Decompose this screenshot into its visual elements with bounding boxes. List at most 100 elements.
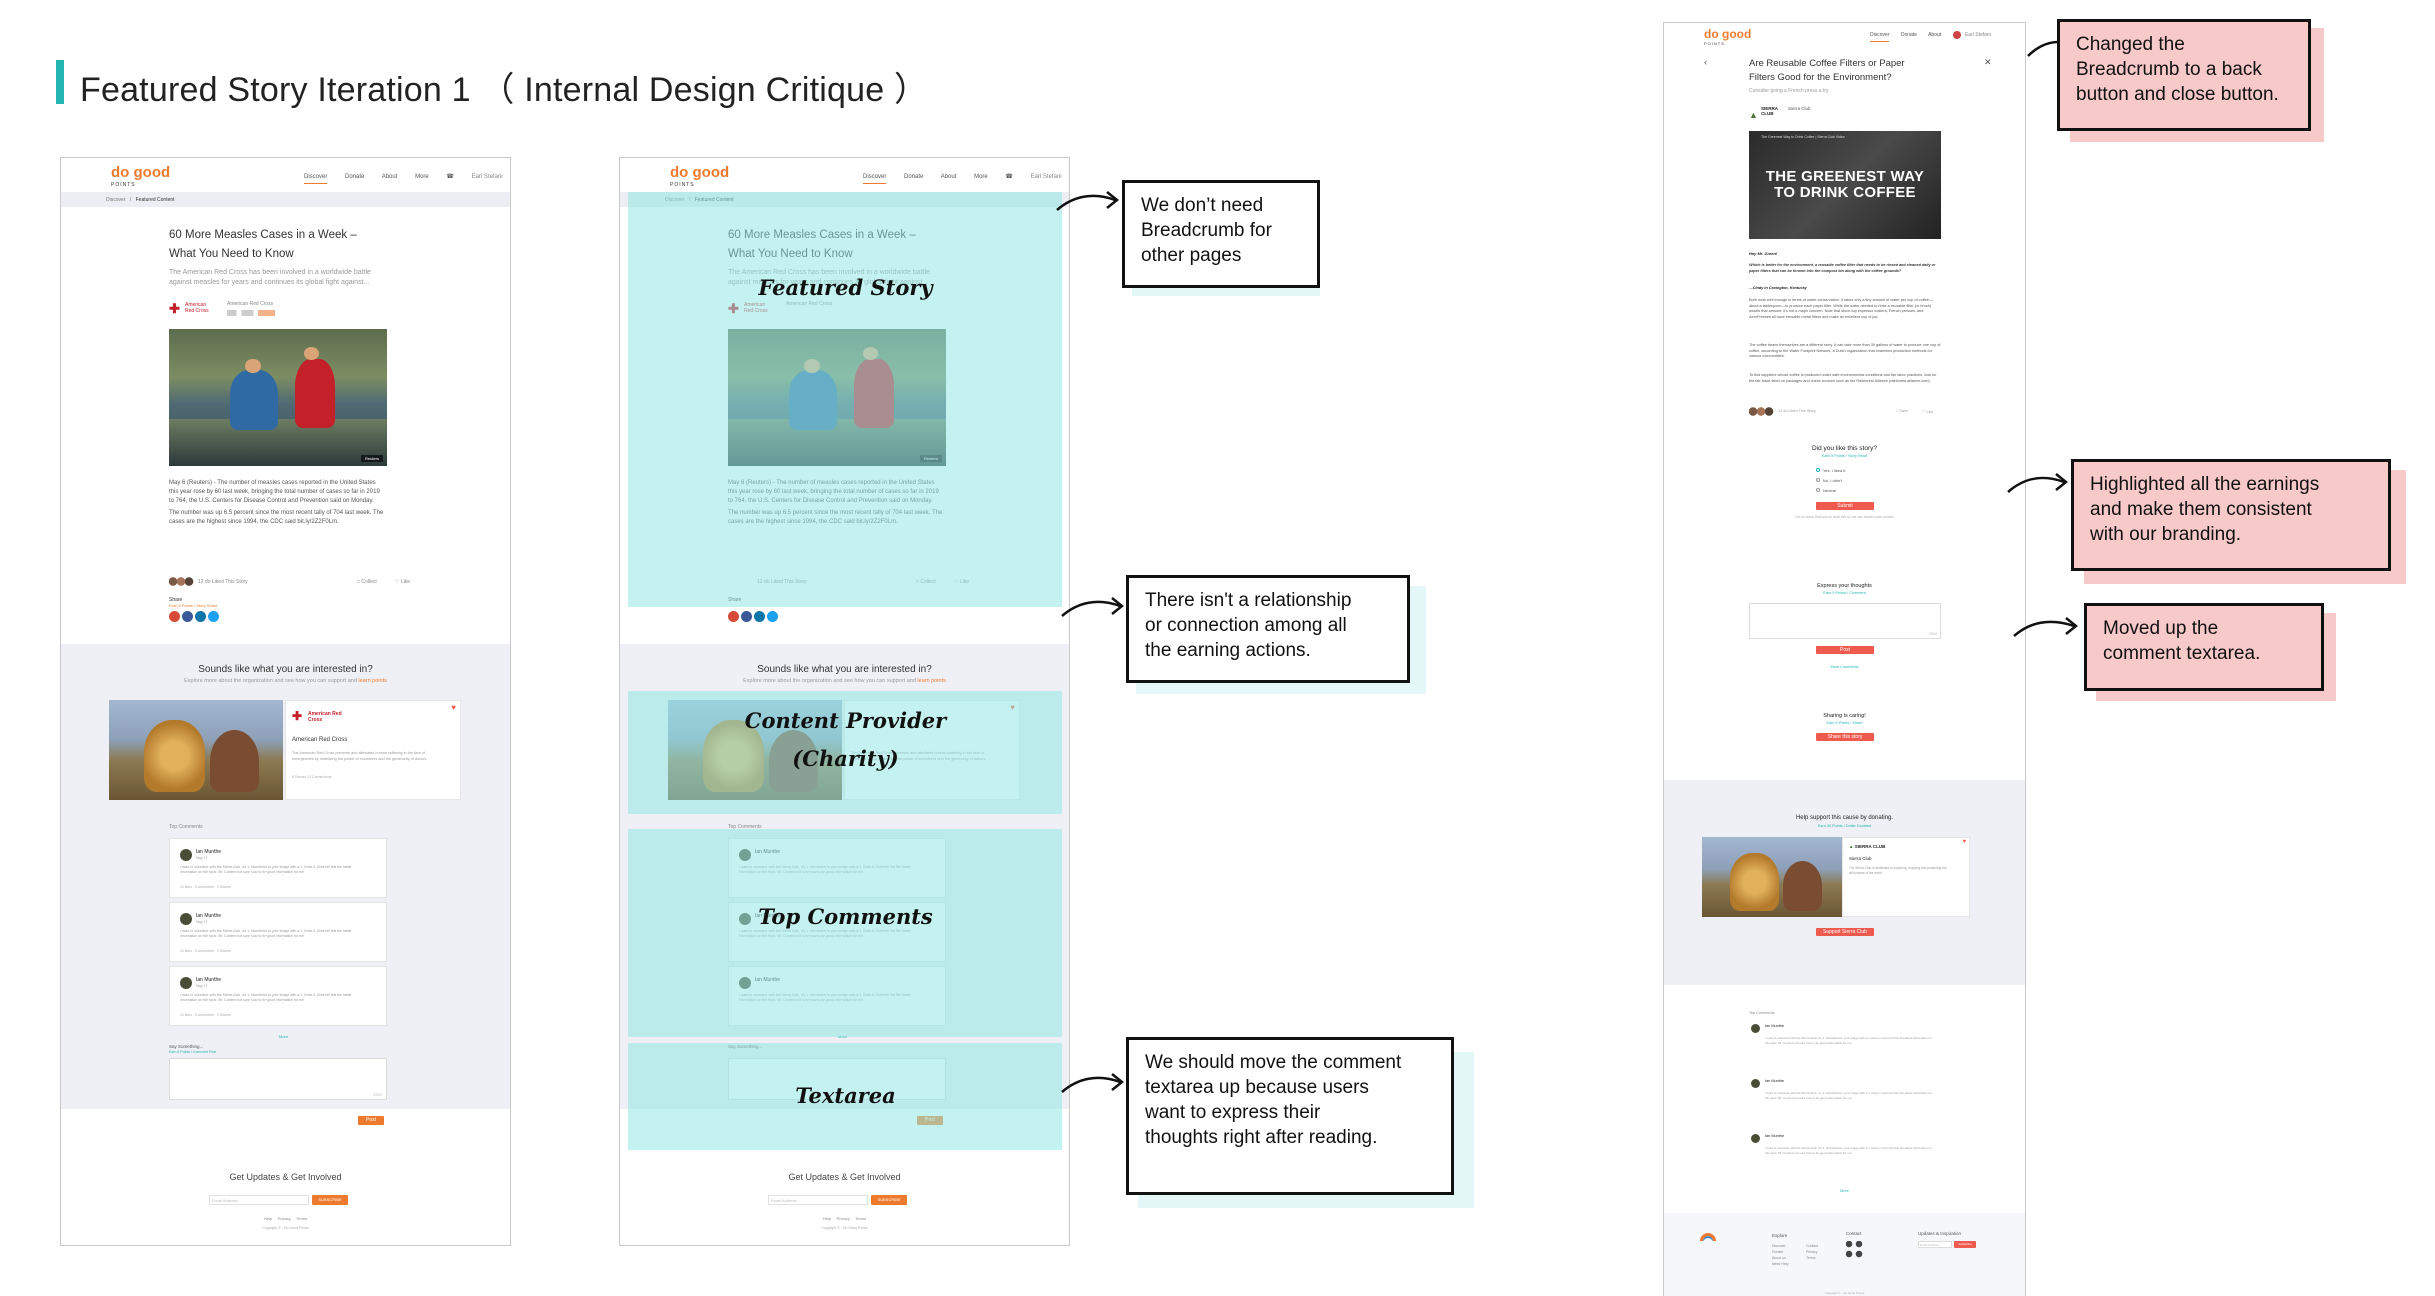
video-player[interactable]: The Greenest Way to Drink Coffee | Sierr… bbox=[1749, 131, 1941, 239]
nav-donate[interactable]: Donate bbox=[345, 174, 364, 180]
article-title: 60 More Measles Cases in a Week –What Yo… bbox=[169, 229, 357, 260]
comment-card-2: Ian Munthe I want to volunteer with the … bbox=[1749, 1073, 1941, 1123]
nav-about[interactable]: About bbox=[1928, 32, 1941, 38]
liked-avatars bbox=[1749, 407, 1775, 416]
nav-donate[interactable]: Donate bbox=[904, 174, 923, 180]
donate-desc: The Sierra Club is dedicated to explorin… bbox=[1849, 866, 1947, 875]
share-linkedin-icon[interactable] bbox=[754, 611, 765, 622]
org-logo[interactable]: ✚ American Red Cross bbox=[169, 300, 217, 316]
comment-avatar bbox=[180, 913, 192, 925]
brand-logo[interactable]: do good POINTS bbox=[670, 165, 729, 192]
share-facebook-icon[interactable] bbox=[182, 611, 193, 622]
org-logo[interactable]: ▲ SIERRA CLUB bbox=[1749, 105, 1785, 120]
comment-text: I want to volunteer with the Sierra Club… bbox=[1765, 1146, 1932, 1155]
reader-signoff: —Cindy in Covington, Kentucky bbox=[1749, 286, 1807, 290]
brand-logo[interactable]: do good POINTS bbox=[1704, 28, 1751, 49]
comments-more-link[interactable]: More bbox=[1664, 1189, 2025, 1193]
featured-story-overlay bbox=[628, 192, 1062, 607]
more-comments-link[interactable]: More bbox=[279, 1034, 288, 1039]
subscribe-button[interactable]: SUBSCRIBE bbox=[871, 1195, 907, 1205]
nav-discover[interactable]: Discover bbox=[863, 174, 887, 184]
subscribe-button[interactable]: SUBSCRIBE bbox=[312, 1195, 348, 1205]
comment-date: May 17 bbox=[196, 920, 208, 924]
notification-icon[interactable]: ☎ bbox=[1005, 174, 1012, 180]
interest-subtitle: Explore more about the organization and … bbox=[743, 678, 946, 684]
post-thought-button[interactable]: Post bbox=[1816, 646, 1874, 654]
poll-submit-button[interactable]: Submit bbox=[1816, 502, 1874, 510]
nav-donate[interactable]: Donate bbox=[1901, 32, 1917, 38]
user-name[interactable]: Earl Stefani bbox=[1031, 174, 1062, 180]
donate-button[interactable]: Support Sierra Club bbox=[1816, 928, 1874, 936]
arrow-icon bbox=[1056, 191, 1120, 211]
footer-email-input[interactable]: Email Address bbox=[1918, 1241, 1952, 1248]
org-photo bbox=[109, 700, 283, 800]
arrow-icon bbox=[1061, 597, 1125, 617]
footer-subscribe-button[interactable]: Subscribe bbox=[1954, 1241, 1976, 1248]
comment-textarea[interactable]: 0/500 bbox=[169, 1058, 387, 1100]
footer-links[interactable]: Help Privacy Terms bbox=[620, 1216, 1069, 1221]
footer-explore-links-2: Contact Privacy Terms bbox=[1806, 1244, 1819, 1260]
close-icon[interactable]: ✕ bbox=[1984, 57, 1992, 68]
comment-date: May 17 bbox=[196, 984, 208, 988]
footer-explore-links: Discover Donate About us Need Help bbox=[1772, 1244, 1789, 1266]
nav-discover[interactable]: Discover bbox=[1870, 32, 1890, 43]
liked-count: 12 do Liked This Story bbox=[198, 579, 248, 585]
back-icon[interactable]: ‹ bbox=[1704, 57, 1707, 67]
article-paragraph-1: May 6 (Reuters) - The number of measles … bbox=[169, 480, 380, 504]
heart-icon[interactable]: ♥ bbox=[451, 703, 456, 712]
share-facebook-icon[interactable] bbox=[741, 611, 752, 622]
article-paragraph-2: The number was up 6.5 percent since the … bbox=[169, 510, 384, 525]
video-title: The Greenest Way to Drink Coffee | Sierr… bbox=[1761, 135, 1845, 139]
more-comments-link[interactable]: More Comments bbox=[1664, 665, 2025, 669]
user-name[interactable]: Earl Stefani bbox=[472, 174, 503, 180]
share-twitter-icon[interactable] bbox=[767, 611, 778, 622]
comment-avatar bbox=[1751, 1024, 1760, 1033]
main-nav: Discover Donate About More ☎ Earl Stefan… bbox=[304, 173, 510, 184]
video-headline: THE GREENEST WAY TO DRINK COFFEE bbox=[1765, 168, 1925, 201]
footer-email-input[interactable]: Email Address bbox=[768, 1195, 868, 1205]
comment-card-1: Ian Munthe May 17 I want to volunteer wi… bbox=[169, 838, 387, 898]
org-card-logo: ✚ American Red Cross bbox=[292, 709, 342, 723]
org-card[interactable]: ✚ American Red Cross ♥ American Red Cross… bbox=[285, 700, 461, 800]
share-story-button[interactable]: Share this story bbox=[1816, 733, 1874, 741]
comments-label: Top Comments bbox=[1749, 1011, 1775, 1015]
save-button[interactable]: □ Save bbox=[1896, 409, 1908, 413]
brand-logo[interactable]: do good POINTS bbox=[111, 165, 170, 192]
nav-discover[interactable]: Discover bbox=[304, 174, 328, 184]
like-button[interactable]: ♡ Like bbox=[1922, 409, 1933, 414]
nav-about[interactable]: About bbox=[382, 174, 398, 180]
note-move-textarea: We should move the comment textarea up be… bbox=[1126, 1037, 1454, 1195]
poll-option-3[interactable]: Neutral bbox=[1816, 488, 1836, 493]
donate-card[interactable]: ♥ ▲ SIERRA CLUB Sierra Club The Sierra C… bbox=[1842, 837, 1970, 917]
share-linkedin-icon[interactable] bbox=[195, 611, 206, 622]
poll-option-1[interactable]: Yes, I liked it bbox=[1816, 468, 1845, 473]
mockup-annotated: do good POINTS Discover Donate About More… bbox=[619, 157, 1070, 1246]
user-name[interactable]: Earl Stefani bbox=[1965, 32, 1991, 38]
footer-email-input[interactable]: Email Address bbox=[209, 1195, 309, 1205]
org-name[interactable]: American Red Cross bbox=[227, 300, 273, 308]
footer-links[interactable]: Help Privacy Terms bbox=[61, 1216, 510, 1221]
org-name[interactable]: Sierra Club bbox=[1788, 106, 1811, 111]
interest-title: Sounds like what you are interested in? bbox=[757, 664, 932, 675]
footer-social-icons[interactable] bbox=[1846, 1241, 1866, 1261]
comment-text: I want to volunteer with the Sierra Club… bbox=[1765, 1091, 1932, 1100]
heart-icon[interactable]: ♥ bbox=[1962, 839, 1966, 845]
thoughts-textarea[interactable]: 0/500 bbox=[1749, 603, 1941, 639]
collect-button[interactable]: □ Collect bbox=[357, 578, 377, 586]
breadcrumb-home[interactable]: Discover bbox=[106, 197, 125, 203]
comment-meta: 12 likes 3 comments 3 Shares bbox=[180, 1013, 231, 1017]
share-gmail-icon[interactable] bbox=[728, 611, 739, 622]
reader-question: Which is better for the environment, a r… bbox=[1749, 263, 1936, 273]
nav-about[interactable]: About bbox=[941, 174, 957, 180]
like-button[interactable]: ♡ Like bbox=[395, 578, 410, 586]
poll-option-2[interactable]: No, I didn't bbox=[1816, 478, 1842, 483]
share-sub: Earn 5 Points / Story Share bbox=[169, 603, 218, 608]
share-twitter-icon[interactable] bbox=[208, 611, 219, 622]
nav-more[interactable]: More bbox=[415, 174, 429, 180]
nav-more[interactable]: More bbox=[974, 174, 988, 180]
avatar[interactable] bbox=[1952, 31, 1961, 39]
liked-count: 12 do Liked This Story bbox=[1778, 409, 1816, 413]
post-comment-button[interactable]: Post bbox=[358, 1116, 384, 1125]
notification-icon[interactable]: ☎ bbox=[446, 174, 453, 180]
share-gmail-icon[interactable] bbox=[169, 611, 180, 622]
